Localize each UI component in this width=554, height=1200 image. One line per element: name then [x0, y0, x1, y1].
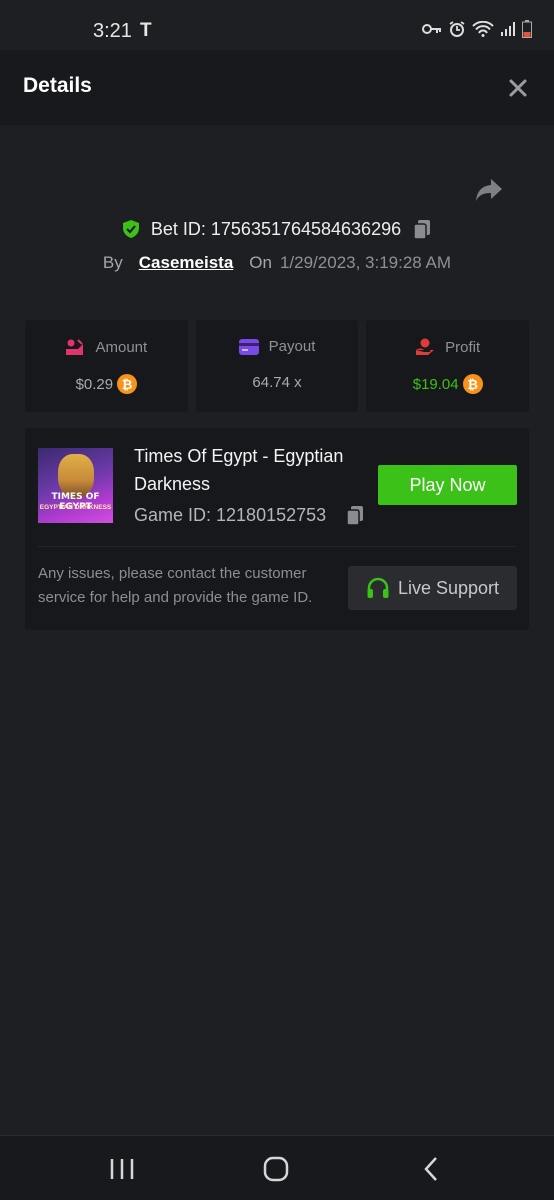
profit-label: Profit — [445, 338, 481, 356]
live-support-button[interactable]: Live Support — [348, 566, 517, 610]
bet-id: Bet ID: 1756351764584636296 — [150, 218, 402, 239]
bet-date: 1/29/2023, 3:19:28 AM — [279, 253, 452, 272]
recent-apps-button[interactable] — [107, 1154, 137, 1184]
home-icon — [263, 1156, 289, 1182]
game-card: TIMES OF EGYPT EGYPTIAN DARKNESS Times O… — [25, 428, 529, 630]
by-label: By — [102, 253, 123, 272]
payout-icon — [238, 338, 259, 355]
copy-game-id-icon[interactable] — [344, 504, 366, 526]
bitcoin-icon: ₿ — [117, 374, 138, 394]
amount-icon — [66, 339, 84, 355]
amount-card: Amount $0.29 ₿ — [25, 320, 188, 412]
bet-author-row: By Casemeista On 1/29/2023, 3:19:28 AM — [0, 250, 554, 276]
profit-value: $19.04 — [412, 375, 459, 393]
bet-id-row: Bet ID: 1756351764584636296 — [0, 214, 554, 244]
vpn-key-icon — [422, 24, 441, 34]
divider — [38, 546, 516, 547]
game-thumbnail[interactable]: TIMES OF EGYPT EGYPTIAN DARKNESS — [38, 448, 113, 523]
profit-card: Profit $19.04 ₿ — [366, 320, 530, 412]
signal-icon — [501, 22, 515, 36]
payout-card: Payout 64.74 x — [195, 320, 359, 412]
amount-label: Amount — [95, 338, 148, 356]
close-button[interactable] — [506, 76, 530, 100]
battery-icon — [522, 20, 532, 38]
payout-value: 64.74 x — [252, 374, 302, 391]
alarm-icon — [449, 21, 465, 37]
payout-label: Payout — [268, 338, 316, 355]
home-button[interactable] — [261, 1154, 291, 1184]
status-icons — [422, 20, 532, 38]
bitcoin-icon: ₿ — [462, 374, 483, 394]
game-id: Game ID: 12180152753 — [134, 504, 327, 525]
share-button[interactable] — [474, 176, 504, 204]
header: Details — [0, 50, 554, 125]
profit-icon — [416, 338, 435, 355]
thumbnail-subtitle: EGYPTIAN DARKNESS — [39, 504, 112, 511]
system-nav-bar — [0, 1135, 554, 1200]
game-title: Times Of Egypt - Egyptian Darkness — [134, 446, 344, 494]
headset-icon — [367, 577, 389, 598]
play-now-button[interactable]: Play Now — [378, 465, 517, 505]
stats-row: Amount $0.29 ₿ Payout 64.74 x Profit $19… — [25, 320, 530, 412]
copy-bet-id-icon[interactable] — [411, 218, 433, 240]
back-icon — [424, 1157, 437, 1181]
share-icon — [476, 179, 502, 201]
support-message: Any issues, please contact the customer … — [38, 565, 313, 606]
page-title: Details — [23, 74, 92, 97]
wifi-icon — [472, 21, 494, 37]
amount-value: $0.29 — [75, 375, 114, 393]
on-label: On — [249, 253, 272, 272]
live-support-label: Live Support — [397, 577, 500, 598]
username-link[interactable]: Casemeista — [139, 253, 234, 273]
status-time: 3:21 — [93, 20, 132, 42]
recent-apps-icon — [110, 1159, 134, 1179]
close-icon — [509, 79, 527, 97]
verified-shield-icon — [122, 220, 139, 238]
game-id-row: Game ID: 12180152753 — [134, 504, 366, 526]
back-button[interactable] — [417, 1154, 447, 1184]
carrier-icon: T — [140, 20, 152, 41]
